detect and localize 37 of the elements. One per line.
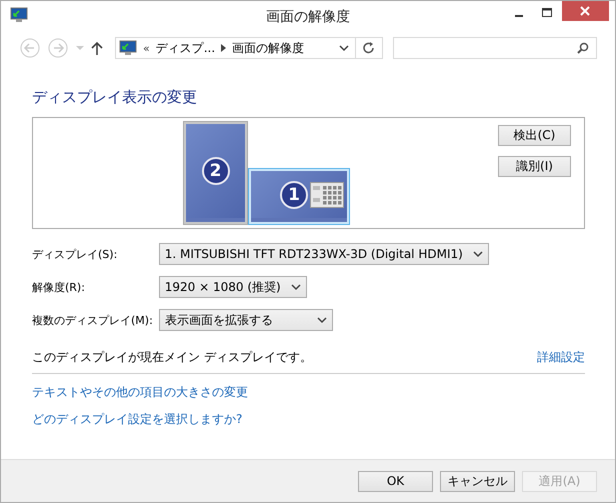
dropdown[interactable]: 1920 × 1080 (推奨) bbox=[158, 276, 307, 298]
dialog-button[interactable]: キャンセル bbox=[440, 470, 515, 492]
chevron-down-icon[interactable] bbox=[339, 44, 349, 52]
display-number: 2 bbox=[202, 157, 230, 185]
grid-window-icon bbox=[310, 182, 344, 208]
panel-button[interactable]: 識別(I) bbox=[498, 156, 571, 177]
up-arrow-icon[interactable] bbox=[91, 41, 103, 55]
setting-label: ディスプレイ(S): bbox=[32, 246, 118, 262]
status-text: このディスプレイが現在メイン ディスプレイです。 bbox=[32, 349, 312, 366]
monitor-icon bbox=[10, 7, 28, 23]
search-field[interactable] bbox=[393, 37, 597, 59]
advanced-settings-link[interactable]: 詳細設定 bbox=[537, 349, 585, 366]
help-link[interactable]: テキストやその他の項目の大きさの変更 bbox=[32, 384, 248, 401]
search-icon bbox=[577, 42, 589, 54]
display-number: 1 bbox=[280, 180, 308, 208]
refresh-icon[interactable] bbox=[362, 41, 376, 55]
close-icon[interactable] bbox=[562, 1, 609, 21]
monitor-icon bbox=[119, 40, 137, 56]
chevron-down-icon bbox=[316, 316, 327, 324]
dropdown[interactable]: 表示画面を拡張する bbox=[158, 309, 333, 331]
window-title: 画面の解像度 bbox=[266, 8, 350, 26]
panel-button[interactable]: 検出(C) bbox=[498, 125, 571, 146]
help-link[interactable]: どのディスプレイ設定を選択しますか? bbox=[32, 411, 242, 428]
breadcrumb-item[interactable]: ディスプ... bbox=[156, 40, 216, 56]
breadcrumb-item[interactable]: 画面の解像度 bbox=[232, 40, 304, 56]
dropdown[interactable]: 1. MITSUBISHI TFT RDT233WX-3D (Digital HDMI1) bbox=[158, 243, 489, 265]
chevron-down-icon bbox=[290, 284, 301, 290]
dialog-button[interactable]: OK bbox=[358, 470, 433, 492]
breadcrumb-arrow-icon[interactable] bbox=[221, 44, 226, 52]
chevron-down-icon bbox=[472, 250, 483, 258]
monitor-tile[interactable]: 1 bbox=[248, 168, 350, 225]
address-bar[interactable]: « ディスプ... 画面の解像度 bbox=[115, 37, 383, 59]
section-heading: ディスプレイ表示の変更 bbox=[32, 88, 198, 107]
monitor-tile[interactable]: 2 bbox=[183, 121, 248, 225]
overflow-chevron[interactable]: « bbox=[143, 42, 150, 54]
setting-label: 解像度(R): bbox=[32, 280, 86, 294]
setting-label: 複数のディスプレイ(M): bbox=[32, 312, 153, 328]
